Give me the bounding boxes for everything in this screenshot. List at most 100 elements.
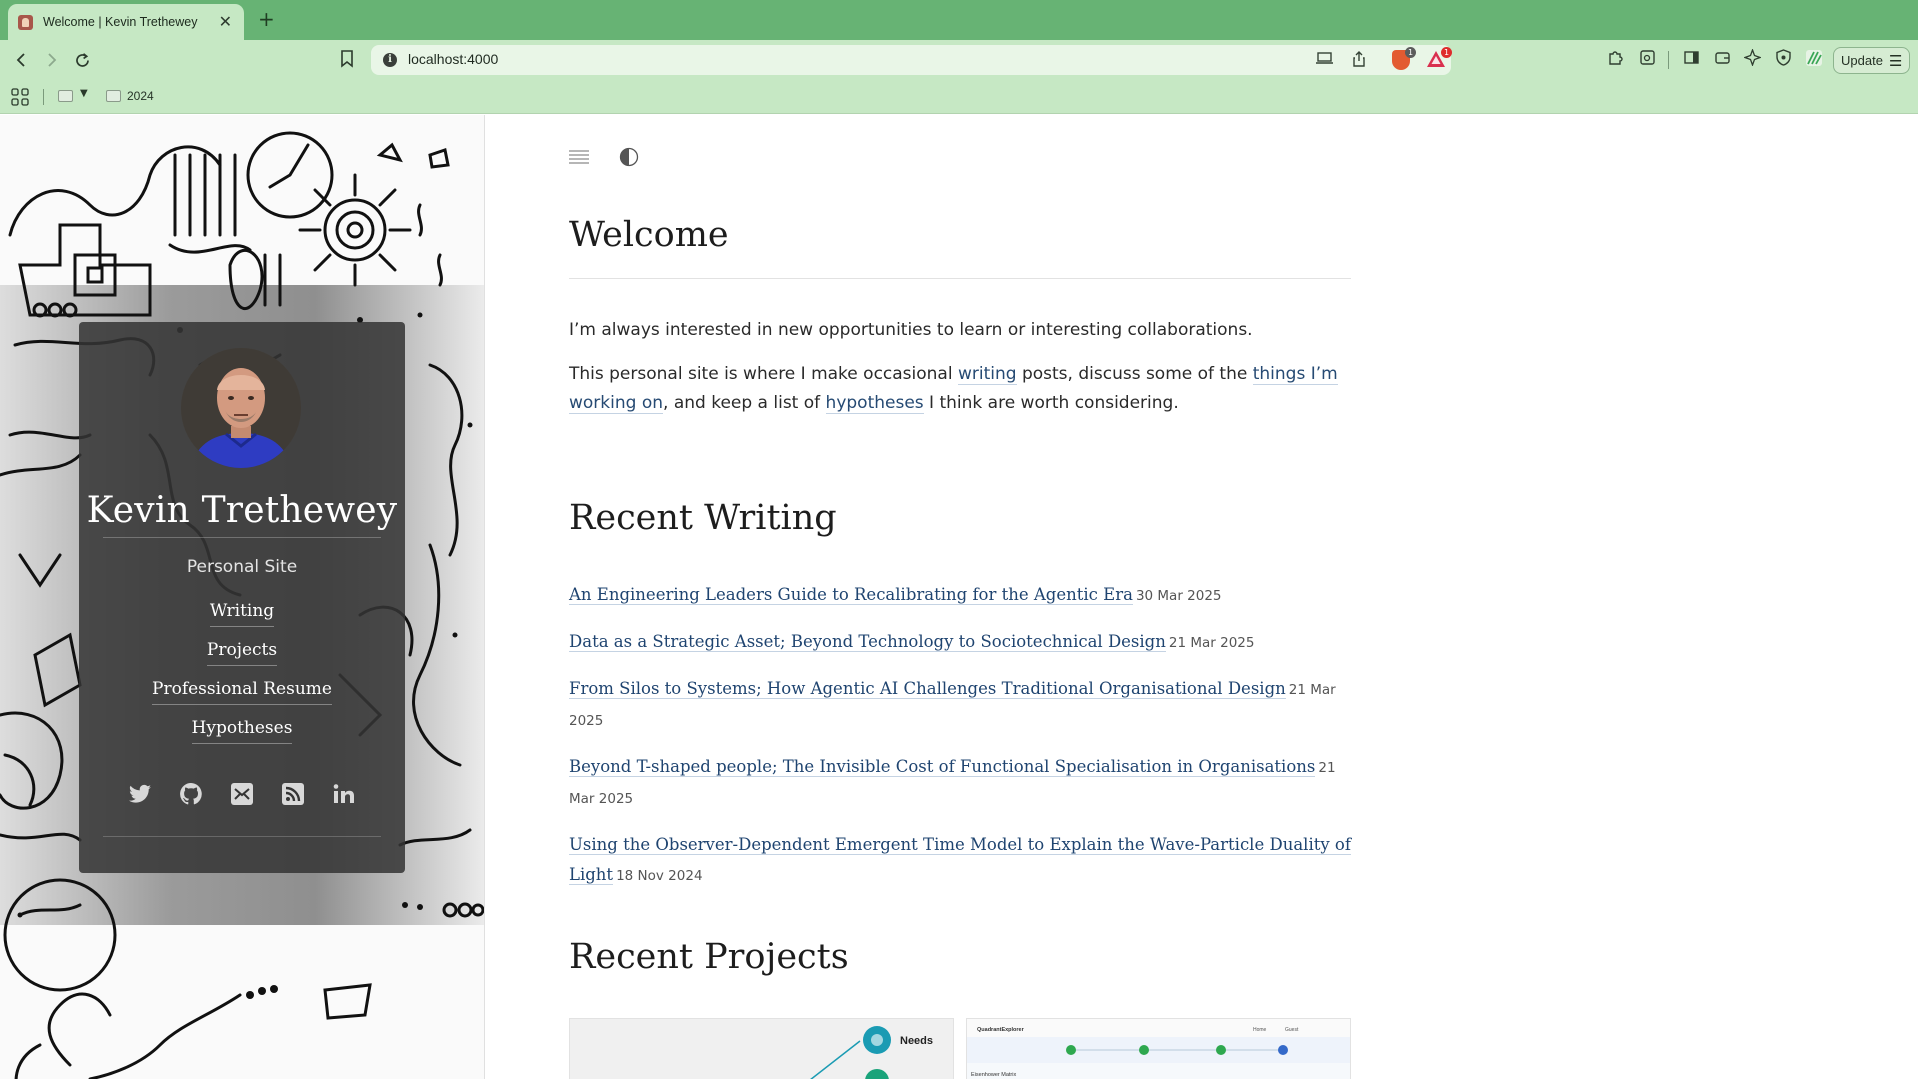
bookmark-page-button[interactable]: [334, 50, 360, 72]
share-icon[interactable]: [1349, 51, 1369, 69]
post-link[interactable]: An Engineering Leaders Guide to Recalibr…: [569, 585, 1133, 605]
forward-button[interactable]: [38, 47, 64, 73]
intro-text-segment: posts, discuss some of the: [1016, 364, 1253, 384]
back-arrow-icon: [16, 53, 25, 67]
reload-icon: [75, 52, 89, 67]
site-owner-name[interactable]: Kevin Trethewey: [79, 490, 405, 531]
rewards-count-badge: 1: [1441, 47, 1452, 58]
reader-mode-icon[interactable]: [1636, 49, 1658, 71]
post-link[interactable]: From Silos to Systems; How Agentic AI Ch…: [569, 679, 1286, 699]
intro-text-segment: , and keep a list of: [663, 393, 826, 413]
app-title: QuadrantExplorer: [977, 1027, 1025, 1033]
leo-ai-icon[interactable]: [1741, 48, 1763, 71]
avatar[interactable]: [181, 348, 301, 468]
recent-writing-list: An Engineering Leaders Guide to Recalibr…: [569, 580, 1351, 907]
browser-toolbar: i localhost:4000 1 1 Update ☰: [0, 40, 1918, 80]
title-divider: [569, 278, 1351, 279]
list-item: Data as a Strategic Asset; Beyond Techno…: [569, 627, 1351, 658]
tab-title: Welcome | Kevin Trethewey: [43, 15, 198, 29]
extensions-puzzle-icon[interactable]: [1604, 49, 1626, 71]
writing-link[interactable]: writing: [957, 364, 1017, 385]
intro-text-segment: I think are worth considering.: [923, 393, 1179, 413]
sidebar-item-label: Professional Resume: [152, 679, 332, 705]
name-divider: [103, 537, 381, 538]
project-card-thumbnail[interactable]: Needs: [569, 1018, 954, 1079]
site-info-icon[interactable]: i: [383, 53, 397, 67]
sidebar-item-projects[interactable]: Projects: [79, 635, 405, 674]
theme-toggle-icon[interactable]: [619, 147, 639, 167]
url-text[interactable]: localhost:4000: [408, 51, 498, 67]
profile-card: Kevin Trethewey Personal Site Writing Pr…: [79, 322, 405, 873]
bookmark-folder-2024-icon[interactable]: [106, 90, 121, 102]
project-app-preview: QuadrantExplorer Home Guest Eisenhower M…: [967, 1019, 1350, 1079]
github-icon[interactable]: [179, 782, 203, 806]
list-item: From Silos to Systems; How Agentic AI Ch…: [569, 674, 1351, 736]
page-title: Welcome: [569, 215, 729, 255]
update-button-label: Update: [1841, 53, 1883, 68]
bookmarks-separator: [43, 89, 44, 105]
list-item: Beyond T-shaped people; The Invisible Co…: [569, 752, 1351, 814]
bookmark-icon: [341, 50, 353, 68]
bookmarks-bar: ▼ 2024: [0, 80, 1918, 114]
browser-tab-strip: Welcome | Kevin Trethewey ✕ +: [0, 0, 1918, 40]
hamburger-menu-icon: ☰: [1888, 52, 1903, 70]
twitter-icon[interactable]: [128, 782, 152, 806]
forward-arrow-icon: [48, 53, 57, 67]
diagram-node-label: Needs: [900, 1035, 933, 1047]
recent-projects-heading: Recent Projects: [569, 937, 849, 977]
project-diagram-preview: Needs: [570, 1019, 953, 1079]
bookmark-folder-2024[interactable]: 2024: [127, 89, 154, 103]
sidebar-toggle-icon[interactable]: [1680, 49, 1702, 71]
extension-stripes-icon[interactable]: [1803, 49, 1825, 71]
social-divider: [103, 836, 381, 837]
profile-photo: [181, 348, 301, 468]
sidebar-item-professional-resume[interactable]: Professional Resume: [79, 674, 405, 713]
linkedin-icon[interactable]: [332, 782, 356, 806]
menu-icon[interactable]: [569, 150, 589, 164]
sidebar-item-writing[interactable]: Writing: [79, 596, 405, 635]
vpn-shield-icon[interactable]: [1772, 49, 1794, 71]
close-tab-icon[interactable]: ✕: [219, 13, 232, 31]
rss-icon[interactable]: [281, 782, 305, 806]
sidebar-nav: Writing Projects Professional Resume Hyp…: [79, 596, 405, 752]
toolbar-divider: [1668, 51, 1669, 69]
shields-count-badge: 1: [1405, 47, 1416, 58]
sidebar-item-label: Projects: [206, 640, 278, 666]
sidebar-item-label: Hypotheses: [191, 718, 293, 744]
post-date: 30 Mar 2025: [1135, 588, 1222, 604]
apps-grid-icon[interactable]: [11, 88, 29, 106]
folder-dropdown-icon[interactable]: ▼: [80, 88, 88, 99]
intro-text-segment: This personal site is where I make occas…: [569, 364, 958, 384]
app-card-heading: Eisenhower Matrix: [971, 1072, 1016, 1078]
address-bar[interactable]: i localhost:4000 1 1: [371, 45, 1452, 75]
project-card-thumbnail[interactable]: QuadrantExplorer Home Guest Eisenhower M…: [966, 1018, 1351, 1079]
reload-button[interactable]: [69, 47, 95, 73]
profile-sidebar: Kevin Trethewey Personal Site Writing Pr…: [0, 115, 485, 1079]
new-tab-button[interactable]: +: [258, 7, 275, 31]
back-button[interactable]: [9, 47, 35, 73]
intro-paragraph-1: I’m always interested in new opportuniti…: [569, 320, 1253, 340]
list-item: Using the Observer-Dependent Emergent Ti…: [569, 830, 1351, 891]
hypotheses-link[interactable]: hypotheses: [825, 393, 924, 414]
post-link[interactable]: Data as a Strategic Asset; Beyond Techno…: [569, 632, 1166, 652]
post-link[interactable]: Beyond T-shaped people; The Invisible Co…: [569, 757, 1316, 777]
wallet-icon[interactable]: [1711, 49, 1733, 71]
brave-rewards-icon[interactable]: 1: [1426, 47, 1452, 70]
cast-icon[interactable]: [1315, 51, 1335, 69]
post-date: 21 Mar 2025: [1168, 635, 1255, 651]
social-links: [79, 782, 405, 806]
email-icon[interactable]: [230, 782, 254, 806]
intro-paragraph-2: This personal site is where I make occas…: [569, 360, 1351, 418]
brave-shields-icon[interactable]: 1: [1392, 47, 1416, 70]
sidebar-item-hypotheses[interactable]: Hypotheses: [79, 713, 405, 752]
sidebar-item-label: Writing: [209, 601, 275, 627]
app-tab-home: Home: [1253, 1027, 1267, 1033]
site-subtitle: Personal Site: [186, 557, 298, 577]
app-tab-guest: Guest: [1285, 1027, 1299, 1033]
bookmark-folder-icon[interactable]: [58, 90, 73, 102]
list-item: An Engineering Leaders Guide to Recalibr…: [569, 580, 1351, 611]
recent-writing-heading: Recent Writing: [569, 498, 837, 538]
update-button[interactable]: Update ☰: [1833, 47, 1910, 74]
intro-text: I’m always interested in new opportuniti…: [569, 316, 1351, 433]
browser-tab[interactable]: Welcome | Kevin Trethewey ✕: [8, 4, 244, 40]
